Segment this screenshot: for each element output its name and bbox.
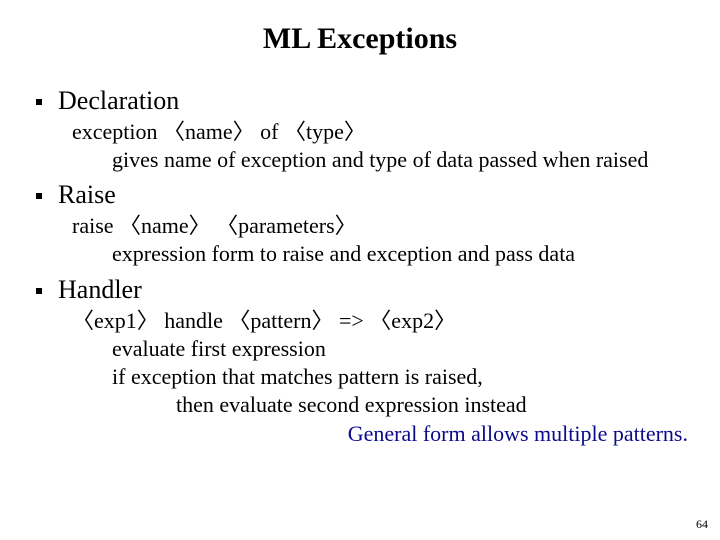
bullet-dot-icon	[36, 288, 42, 294]
bullet-dot-icon	[36, 193, 42, 199]
raise-syntax: raise 〈name〉 〈parameters〉	[72, 212, 690, 240]
declaration-desc: gives name of exception and type of data…	[112, 146, 690, 174]
raise-desc: expression form to raise and exception a…	[112, 240, 690, 268]
handler-desc2: if exception that matches pattern is rai…	[112, 363, 690, 391]
bullet-raise-label: Raise	[58, 180, 116, 210]
bullet-dot-icon	[36, 99, 42, 105]
slide-title: ML Exceptions	[30, 22, 690, 56]
bullet-declaration: Declaration	[36, 86, 690, 116]
bullet-raise: Raise	[36, 180, 690, 210]
page-number: 64	[696, 517, 708, 532]
bullet-handler-label: Handler	[58, 275, 142, 305]
handler-desc1: evaluate first expression	[112, 335, 690, 363]
handler-desc3: then evaluate second expression instead	[176, 391, 690, 419]
general-note: General form allows multiple patterns.	[30, 421, 688, 447]
handler-syntax: 〈exp1〉 handle 〈pattern〉 => 〈exp2〉	[72, 307, 690, 335]
bullet-handler: Handler	[36, 275, 690, 305]
bullet-declaration-label: Declaration	[58, 86, 179, 116]
declaration-syntax: exception 〈name〉 of 〈type〉	[72, 118, 690, 146]
slide: ML Exceptions Declaration exception 〈nam…	[0, 0, 720, 540]
